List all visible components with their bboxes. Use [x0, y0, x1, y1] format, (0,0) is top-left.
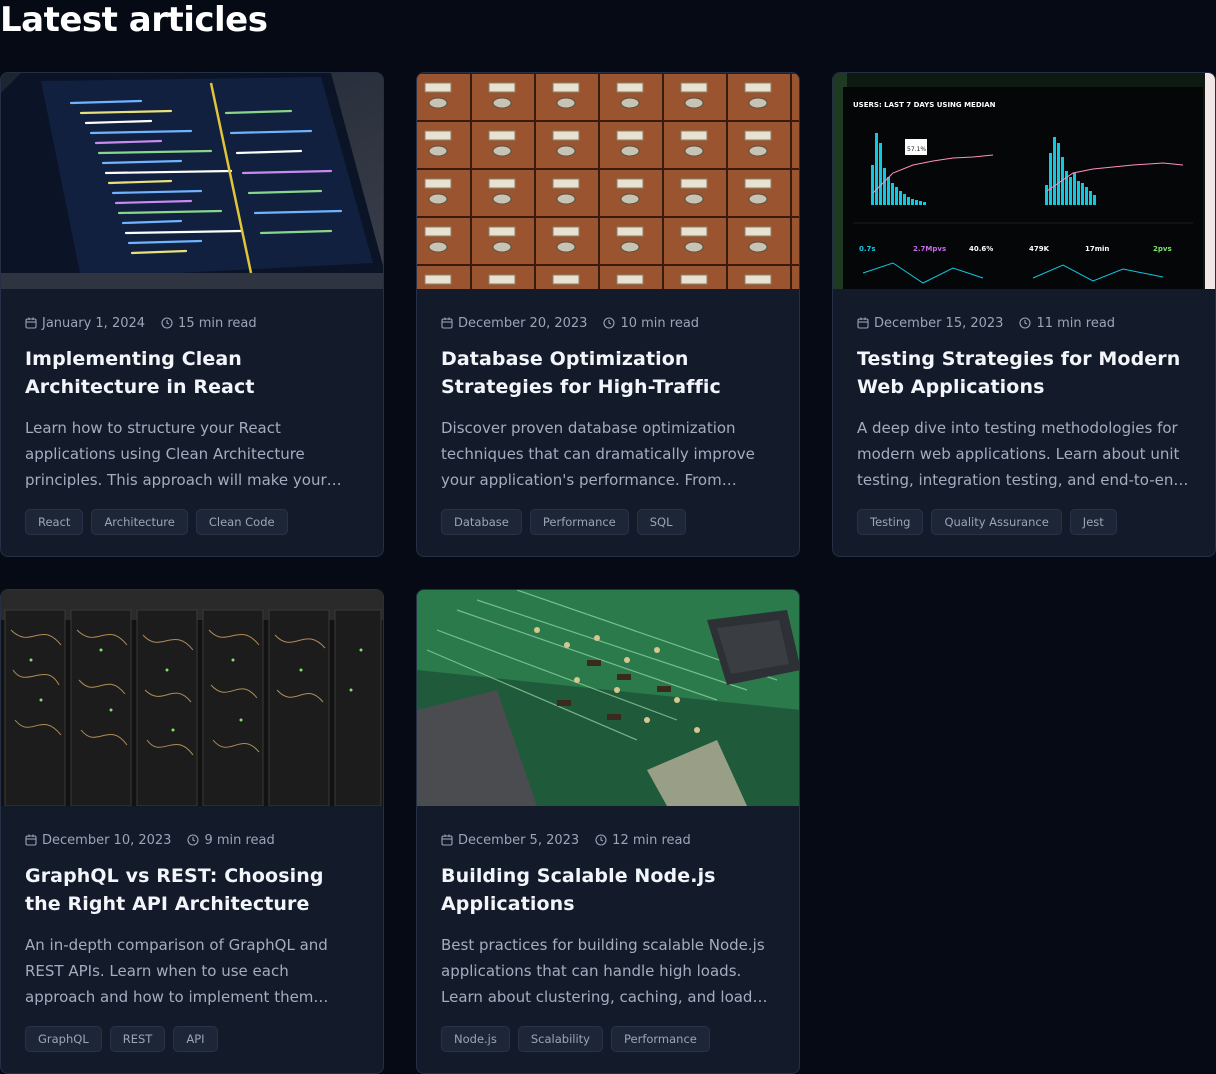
tag[interactable]: Jest [1069, 509, 1117, 535]
dashboard-badge: 57.1% [907, 146, 926, 153]
article-card[interactable]: January 1, 2024 15 min read Implementing… [0, 72, 384, 557]
article-title[interactable]: Database Optimization Strategies for Hig… [441, 345, 777, 401]
dashboard-stat: 479K [1029, 245, 1050, 253]
calendar-icon [25, 834, 37, 846]
clock-icon [161, 317, 173, 329]
publish-date: January 1, 2024 [25, 316, 145, 331]
tag[interactable]: Node.js [441, 1026, 510, 1052]
dashboard-stat: 0.7s [859, 245, 876, 253]
read-time: 9 min read [187, 833, 275, 848]
article-description: A deep dive into testing methodologies f… [857, 419, 1183, 489]
article-meta: December 5, 2023 12 min read [441, 831, 777, 849]
article-tags: React Architecture Clean Code [25, 509, 361, 535]
tag[interactable]: GraphQL [25, 1026, 102, 1052]
article-description: Learn how to structure your React applic… [25, 419, 327, 489]
tag[interactable]: SQL [636, 509, 686, 535]
tag[interactable]: Performance [529, 509, 629, 535]
calendar-icon [441, 834, 453, 846]
tag[interactable]: Clean Code [195, 509, 288, 535]
article-thumbnail [417, 590, 799, 806]
tag[interactable]: Testing [857, 509, 924, 535]
tag[interactable]: REST [109, 1026, 166, 1052]
article-thumbnail [1, 73, 383, 289]
read-time: 15 min read [161, 316, 257, 331]
article-description: An in-depth comparison of GraphQL and RE… [25, 936, 328, 1006]
publish-date: December 5, 2023 [441, 833, 579, 848]
article-tags: GraphQL REST API [25, 1026, 361, 1052]
dashboard-stat: 17min [1085, 245, 1109, 253]
clock-icon [603, 317, 615, 329]
tag[interactable]: Quality Assurance [931, 509, 1062, 535]
article-title[interactable]: Implementing Clean Architecture in React… [25, 345, 361, 401]
dashboard-stat: 2pvs [1153, 245, 1172, 253]
article-thumbnail [417, 73, 799, 289]
clock-icon [187, 834, 199, 846]
read-time: 10 min read [603, 316, 699, 331]
article-description: Discover proven database optimization te… [441, 419, 755, 489]
tag[interactable]: API [173, 1026, 218, 1052]
article-title[interactable]: Building Scalable Node.js Applications [441, 862, 777, 918]
article-title[interactable]: GraphQL vs REST: Choosing the Right API … [25, 862, 361, 918]
article-thumbnail: USERS: LAST 7 DAYS USING MEDIAN 57.1% 0.… [833, 73, 1215, 289]
article-card[interactable]: December 10, 2023 9 min read GraphQL vs … [0, 589, 384, 1074]
tag[interactable]: Architecture [91, 509, 188, 535]
article-meta: December 15, 2023 11 min read [857, 314, 1193, 332]
publish-date: December 15, 2023 [857, 316, 1003, 331]
publish-date: December 20, 2023 [441, 316, 587, 331]
dashboard-stat: 40.6% [969, 245, 993, 253]
article-card[interactable]: December 5, 2023 12 min read Building Sc… [416, 589, 800, 1074]
calendar-icon [25, 317, 37, 329]
clock-icon [595, 834, 607, 846]
tag[interactable]: React [25, 509, 84, 535]
tag[interactable]: Database [441, 509, 522, 535]
article-tags: Database Performance SQL [441, 509, 777, 535]
read-time: 11 min read [1019, 316, 1115, 331]
dashboard-stat: 2.7Mpvs [913, 245, 946, 253]
article-title[interactable]: Testing Strategies for Modern Web Applic… [857, 345, 1193, 401]
article-description: Best practices for building scalable Nod… [441, 936, 765, 1006]
dashboard-header: USERS: LAST 7 DAYS USING MEDIAN [853, 101, 996, 109]
tag[interactable]: Scalability [517, 1026, 603, 1052]
article-card[interactable]: USERS: LAST 7 DAYS USING MEDIAN 57.1% 0.… [832, 72, 1216, 557]
article-meta: December 10, 2023 9 min read [25, 831, 361, 849]
publish-date: December 10, 2023 [25, 833, 171, 848]
page-title: Latest articles [0, 0, 268, 40]
article-tags: Testing Quality Assurance Jest [857, 509, 1193, 535]
tag[interactable]: Performance [610, 1026, 710, 1052]
article-tags: Node.js Scalability Performance [441, 1026, 777, 1052]
article-meta: January 1, 2024 15 min read [25, 314, 361, 332]
read-time: 12 min read [595, 833, 691, 848]
calendar-icon [441, 317, 453, 329]
article-thumbnail [1, 590, 383, 806]
clock-icon [1019, 317, 1031, 329]
article-meta: December 20, 2023 10 min read [441, 314, 777, 332]
calendar-icon [857, 317, 869, 329]
article-card[interactable]: December 20, 2023 10 min read Database O… [416, 72, 800, 557]
